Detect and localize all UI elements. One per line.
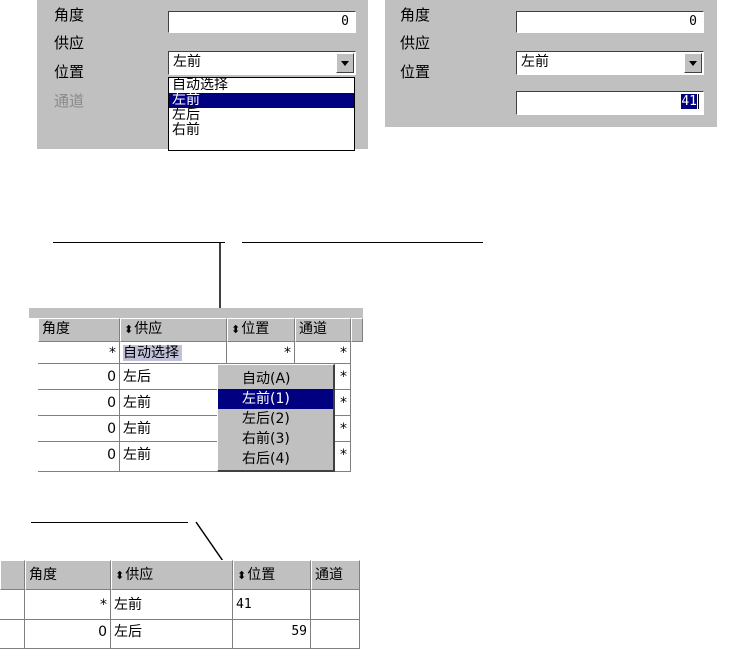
menu-item[interactable]: 右前(3) [218, 429, 333, 449]
cell-supply[interactable]: 自动选择 [120, 342, 227, 364]
cell-supply[interactable]: 左前 [120, 416, 227, 442]
supply-context-menu[interactable]: 自动(A) 左前(1) 左后(2) 右前(3) 右后(4) [217, 364, 335, 472]
cell-channel[interactable]: * [295, 342, 351, 364]
cell-channel[interactable]: * [335, 390, 351, 416]
cell-angle[interactable]: 0 [38, 390, 120, 416]
column-header-position[interactable]: ⬍位置 [233, 560, 311, 590]
column-header-channel[interactable]: 通道 [311, 560, 360, 590]
sort-updown-icon: ⬍ [237, 569, 247, 582]
column-header-supply[interactable]: ⬍供应 [120, 318, 227, 342]
cell-channel[interactable]: * [335, 364, 351, 390]
column-header-angle[interactable]: 角度 [25, 560, 111, 590]
menu-item[interactable]: 右后(4) [218, 449, 333, 469]
sort-updown-icon: ⬍ [115, 569, 125, 582]
column-header-position[interactable]: ⬍位置 [227, 318, 295, 342]
cell-supply[interactable]: 左后 [111, 620, 233, 649]
cell-supply[interactable]: 左前 [120, 442, 227, 472]
column-header-channel[interactable]: 通道 [295, 318, 351, 342]
data-grid-with-menu: 角度 ⬍供应 ⬍位置 通道 * 自动选择 * * 0 左后 * 0 左前 * 0… [29, 308, 363, 472]
sort-updown-icon: ⬍ [124, 323, 134, 336]
cell-supply[interactable]: 左前 [120, 390, 227, 416]
menu-item[interactable]: 自动(A) [218, 369, 333, 389]
cell-angle[interactable]: * [38, 342, 120, 364]
menu-item-selected[interactable]: 左前(1) [218, 389, 333, 409]
cell-angle[interactable]: * [25, 590, 111, 620]
cell-angle[interactable]: 0 [38, 416, 120, 442]
cell-position[interactable]: * [227, 342, 295, 364]
cell-angle[interactable]: 0 [25, 620, 111, 649]
column-header-angle[interactable]: 角度 [38, 318, 120, 342]
cell-channel[interactable]: * [335, 442, 351, 472]
data-grid-result: 角度 ⬍供应 ⬍位置 通道 * 左前 41 0 左后 59 [0, 560, 360, 649]
cell-angle[interactable]: 0 [38, 442, 120, 472]
cell-position[interactable]: 59 [233, 620, 311, 649]
cell-angle[interactable]: 0 [38, 364, 120, 390]
cell-supply[interactable]: 左前 [111, 590, 233, 620]
cell-channel[interactable]: * [335, 416, 351, 442]
sort-updown-icon: ⬍ [231, 323, 241, 336]
menu-item[interactable]: 左后(2) [218, 409, 333, 429]
cell-position-editing[interactable]: 41 [233, 590, 311, 620]
cell-supply[interactable]: 左后 [120, 364, 227, 390]
column-header-supply[interactable]: ⬍供应 [111, 560, 233, 590]
